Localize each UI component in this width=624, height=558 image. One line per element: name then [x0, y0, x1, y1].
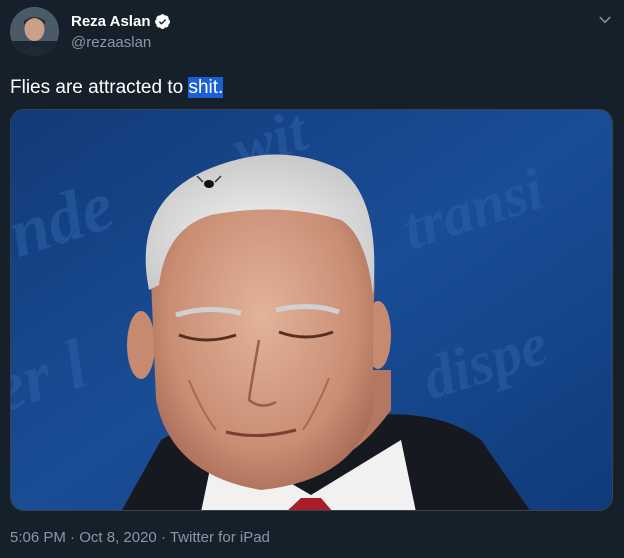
tweet-text-selected: shit. [188, 77, 224, 98]
tweet-photo[interactable]: Inde transi dispe ler l wit [10, 109, 613, 511]
verified-badge-icon [155, 13, 171, 29]
tweet-meta: 5:06 PM · Oct 8, 2020 · Twitter for iPad [10, 529, 270, 546]
tweet-date[interactable]: Oct 8, 2020 [79, 529, 157, 546]
tweet-time[interactable]: 5:06 PM [10, 529, 66, 546]
tweet-source[interactable]: Twitter for iPad [170, 529, 270, 546]
meta-separator: · [156, 529, 170, 546]
author-avatar[interactable] [10, 7, 59, 56]
author-handle[interactable]: @rezaaslan [71, 34, 171, 51]
chevron-down-icon[interactable] [596, 11, 614, 29]
photo-illustration: Inde transi dispe ler l wit [11, 110, 612, 510]
tweet-header: Reza Aslan @rezaaslan [10, 7, 614, 57]
author-names: Reza Aslan @rezaaslan [71, 11, 171, 51]
tweet-text-plain: Flies are attracted to [10, 77, 189, 98]
meta-separator: · [65, 529, 80, 546]
author-display-name[interactable]: Reza Aslan [71, 13, 150, 30]
tweet-text: Flies are attracted to shit. [10, 76, 224, 100]
